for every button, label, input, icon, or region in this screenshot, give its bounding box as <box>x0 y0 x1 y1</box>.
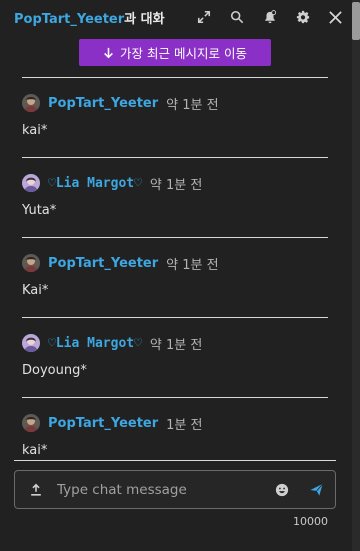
message-divider <box>22 77 328 78</box>
search-button[interactable] <box>220 0 253 34</box>
message-divider <box>22 237 328 238</box>
message-author[interactable]: ♡Lia Margot♡ <box>48 336 142 351</box>
message-author[interactable]: PopTart_Yeeter <box>48 416 158 431</box>
send-button[interactable] <box>297 482 335 497</box>
close-icon <box>329 10 342 24</box>
close-button[interactable] <box>319 0 352 34</box>
notifications-button[interactable] <box>253 0 286 34</box>
composer-divider <box>14 460 336 461</box>
message-item: PopTart_Yeeter 약 1분 전 kai* <box>22 92 332 138</box>
upload-button[interactable] <box>15 483 57 497</box>
message-item: ♡Lia Margot♡ 약 1분 전 Yuta* <box>22 172 332 218</box>
message-text: kai* <box>22 123 48 138</box>
emoji-button[interactable] <box>267 483 297 497</box>
message-item: ♡Lia Margot♡ 약 1분 전 Doyoung* <box>22 332 332 378</box>
message-list[interactable]: PopTart_Yeeter 약 1분 전 kai* ♡Lia Margot♡ … <box>0 76 352 462</box>
header-actions <box>187 0 360 34</box>
message-item: PopTart_Yeeter 약 1분 전 Kai* <box>22 252 332 298</box>
search-icon <box>230 10 243 24</box>
expand-button[interactable] <box>187 0 220 34</box>
expand-icon <box>197 10 210 24</box>
message-text: kai* <box>22 443 48 458</box>
avatar-lia[interactable] <box>22 334 40 352</box>
message-time: 1분 전 <box>166 417 203 433</box>
emoji-icon <box>275 483 289 496</box>
message-text: Doyoung* <box>22 363 87 378</box>
avatar-poptart[interactable] <box>22 94 40 112</box>
avatar-lia[interactable] <box>22 174 40 192</box>
chat-title-suffix: 과 대화 <box>124 11 165 27</box>
chat-message-input[interactable] <box>57 481 267 498</box>
message-item: PopTart_Yeeter 1분 전 kai* <box>22 412 332 458</box>
message-author[interactable]: PopTart_Yeeter <box>48 256 158 271</box>
message-text: Yuta* <box>22 203 57 218</box>
settings-button[interactable] <box>286 0 319 34</box>
avatar-poptart[interactable] <box>22 254 40 272</box>
gear-icon <box>296 10 309 24</box>
message-time: 약 1분 전 <box>149 337 203 353</box>
jump-to-latest-label: 가장 최근 메시지로 이동 <box>120 46 247 61</box>
jump-to-latest-button[interactable]: 가장 최근 메시지로 이동 <box>79 39 271 66</box>
message-text: Kai* <box>22 283 49 298</box>
message-divider <box>22 157 328 158</box>
chat-composer <box>14 470 336 509</box>
send-icon <box>309 483 323 496</box>
message-author[interactable]: PopTart_Yeeter <box>48 96 158 111</box>
message-author[interactable]: ♡Lia Margot♡ <box>48 176 142 191</box>
arrow-down-icon <box>104 47 113 58</box>
message-divider <box>22 397 328 398</box>
chat-title: PopTart_Yeeter 과 대화 <box>14 8 165 27</box>
message-divider <box>22 317 328 318</box>
message-time: 약 1분 전 <box>166 97 219 113</box>
scrollbar[interactable] <box>352 0 360 551</box>
avatar-poptart[interactable] <box>22 414 40 432</box>
upload-icon <box>31 483 41 496</box>
message-time: 약 1분 전 <box>166 257 219 273</box>
character-limit: 10000 <box>293 515 328 528</box>
chat-title-user[interactable]: PopTart_Yeeter <box>14 12 124 27</box>
message-time: 약 1분 전 <box>149 177 203 193</box>
bell-icon <box>264 10 276 24</box>
scrollbar-thumb[interactable] <box>352 2 360 40</box>
